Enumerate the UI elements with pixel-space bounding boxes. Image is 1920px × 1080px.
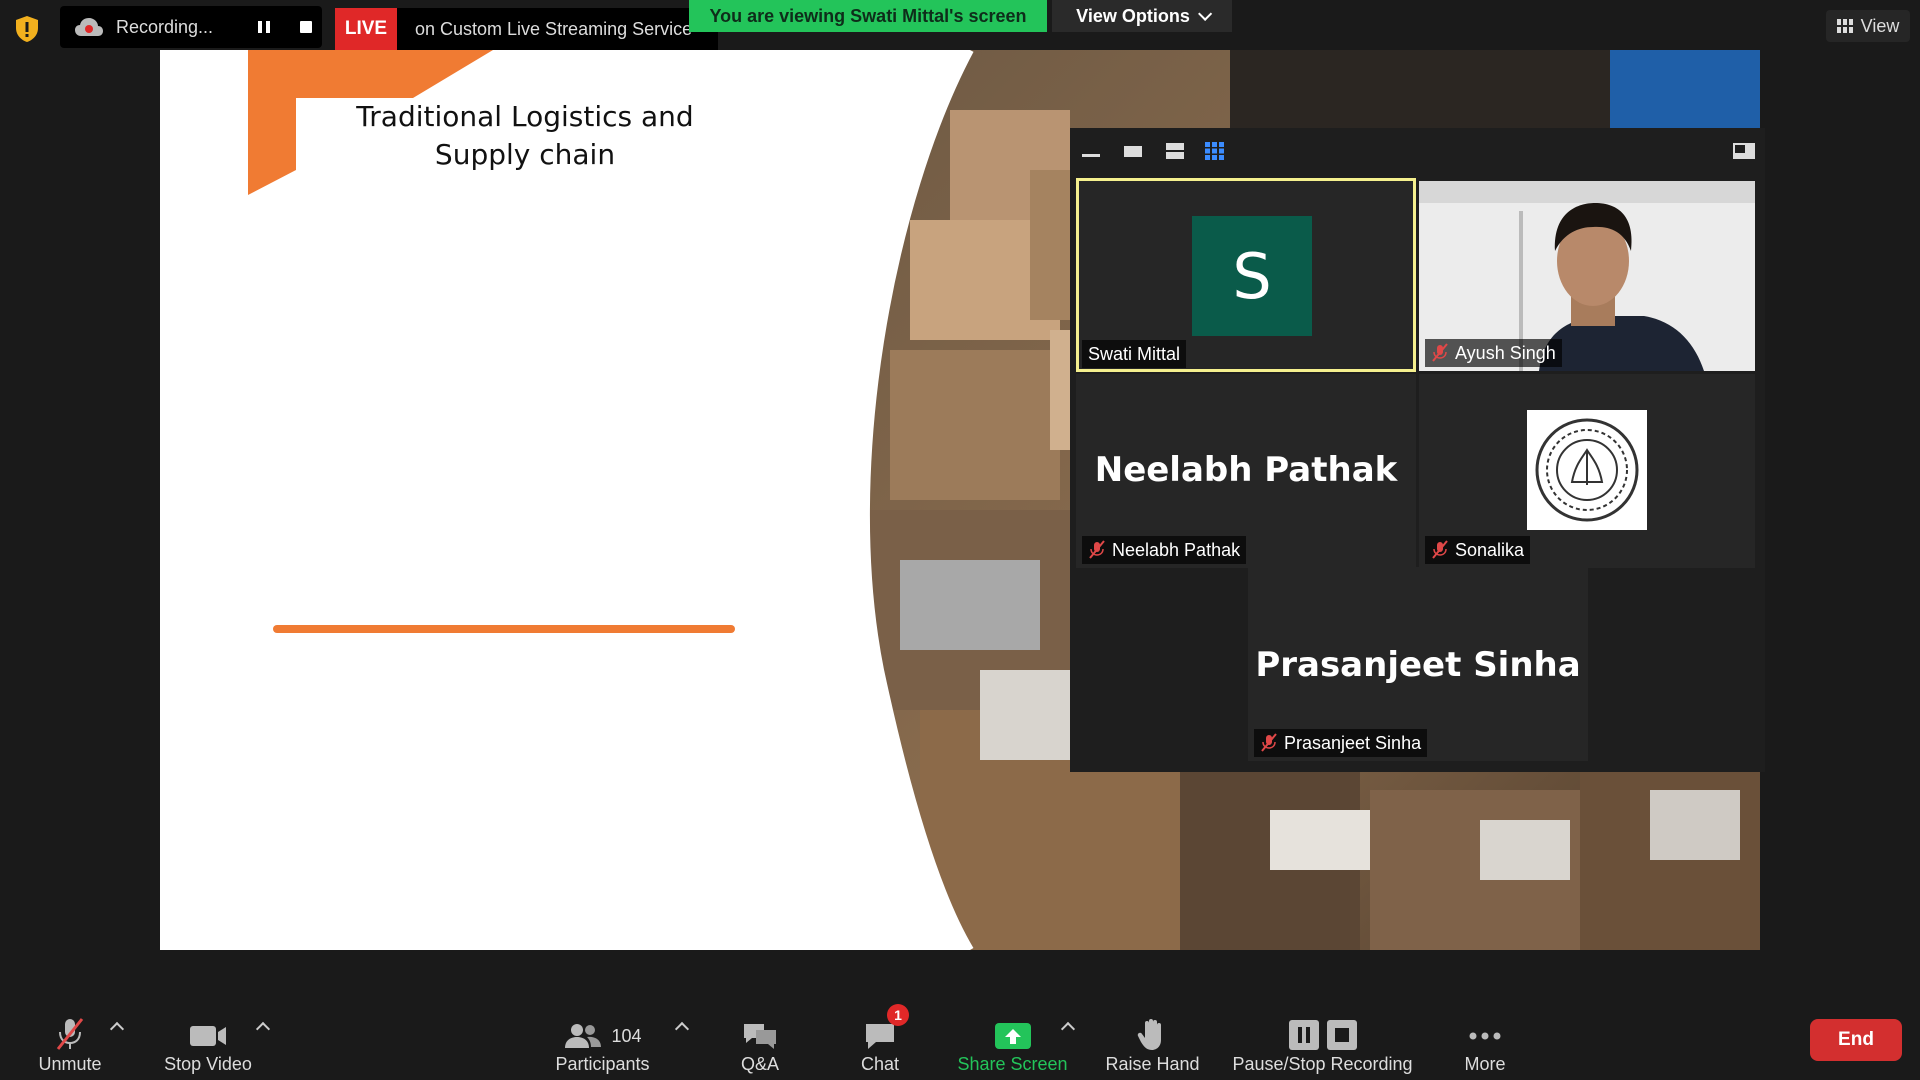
recording-status-text: Recording... [116,16,214,37]
viewing-screen-banner: You are viewing Swati Mittal's screen [689,0,1047,32]
avatar: S [1192,216,1312,336]
slide-orange-divider [273,625,735,633]
participants-options-caret-icon[interactable] [674,1021,690,1037]
qa-button[interactable]: Q&A [720,1008,800,1076]
chat-unread-badge: 1 [887,1004,909,1026]
exit-fullscreen-icon[interactable] [1732,142,1756,160]
participant-name-tag: Neelabh Pathak [1082,536,1247,564]
participant-display-name: Neelabh Pathak [1094,450,1398,490]
participant-name: Swati Mittal [1088,343,1181,364]
unmute-label: Unmute [38,1054,102,1074]
raise-hand-button[interactable]: Raise Hand [1100,1008,1205,1076]
slide-title: Traditional Logistics and Supply chain [280,98,770,174]
participants-button[interactable]: 104 Participants [545,1008,660,1076]
share-screen-button[interactable]: Share Screen [955,1008,1070,1076]
meeting-top-bar: Recording... LIVE on Custom Live Streami… [0,0,1920,50]
mic-muted-icon [1089,540,1105,559]
video-tile-sonalika[interactable]: Sonalika [1419,374,1755,568]
participant-display-name: Prasanjeet Sinha [1255,645,1581,685]
video-tile-swati-mittal[interactable]: S Swati Mittal [1076,178,1416,372]
participant-name-tag: Ayush Singh [1425,339,1562,367]
meeting-controls-toolbar: Unmute Stop Video 104 Participants Q&A C… [0,1000,1920,1080]
qa-label: Q&A [740,1054,779,1074]
security-shield-icon[interactable] [14,15,40,43]
slide-title-line-2: Supply chain [434,138,616,171]
slide-title-line-1: Traditional Logistics and [356,100,694,133]
live-badge: LIVE [335,8,397,50]
participant-name: Neelabh Pathak [1112,539,1241,560]
recording-indicator: Recording... [60,6,322,48]
share-screen-label: Share Screen [957,1054,1068,1074]
speaker-view-icon[interactable] [1122,142,1144,160]
participants-icon [565,1024,602,1048]
mic-muted-icon [1261,733,1277,752]
audio-options-caret-icon[interactable] [109,1021,125,1037]
participant-name-tag: Prasanjeet Sinha [1254,729,1428,757]
view-layout-button[interactable]: View [1826,10,1910,42]
participants-label: Participants [555,1054,650,1074]
stop-recording-icon[interactable] [300,21,312,33]
more-button[interactable]: More [1445,1008,1525,1076]
participant-name-tag: Swati Mittal [1082,340,1187,368]
cloud-recording-icon [75,18,103,36]
raise-hand-icon [1137,1019,1161,1050]
participant-name-tag: Sonalika [1425,536,1531,564]
participant-name: Prasanjeet Sinha [1284,732,1422,753]
chevron-down-icon [1197,6,1213,21]
institute-logo-icon [1527,410,1647,530]
video-options-caret-icon[interactable] [255,1021,271,1037]
pause-recording-icon[interactable] [258,21,270,33]
raise-hand-label: Raise Hand [1105,1054,1200,1074]
more-label: More [1464,1054,1506,1074]
pause-stop-recording-label: Pause/Stop Recording [1232,1054,1413,1074]
unmute-button[interactable]: Unmute [30,1008,110,1076]
video-tile-ayush-singh[interactable]: Ayush Singh [1419,181,1755,371]
stop-video-button[interactable]: Stop Video [158,1008,258,1076]
view-options-button[interactable]: View Options [1052,0,1232,32]
video-camera-icon [190,1026,226,1046]
grid-view-icon [1836,19,1853,33]
microphone-muted-icon [56,1018,84,1050]
participants-count: 104 [611,1025,642,1046]
participant-gallery: S Swati Mittal Ayush Singh Neelabh Patha… [1070,128,1765,772]
end-meeting-button[interactable]: End [1810,1019,1902,1061]
minimize-icon[interactable] [1080,142,1102,160]
share-screen-icon [994,1023,1031,1049]
mic-muted-icon [1432,343,1448,362]
live-stream-indicator[interactable]: LIVE on Custom Live Streaming Service [335,8,718,50]
participant-name: Ayush Singh [1455,342,1556,363]
more-dots-icon [1469,1032,1501,1040]
chat-label: Chat [860,1054,900,1074]
live-service-text: on Custom Live Streaming Service [415,18,693,39]
view-options-label: View Options [1076,5,1190,26]
video-tile-prasanjeet-sinha[interactable]: Prasanjeet Sinha Prasanjeet Sinha [1248,567,1588,761]
mic-muted-icon [1432,540,1448,559]
stop-video-label: Stop Video [164,1054,252,1074]
view-label: View [1860,15,1900,36]
qa-icon [744,1024,776,1049]
gallery-grid-icon[interactable] [1204,142,1226,160]
strip-view-icon[interactable] [1164,142,1186,160]
gallery-toolbar [1070,128,1765,174]
video-tile-neelabh-pathak[interactable]: Neelabh Pathak Neelabh Pathak [1076,374,1416,568]
pause-stop-recording-icon [1288,1020,1357,1050]
pause-stop-recording-button[interactable]: Pause/Stop Recording [1225,1008,1420,1076]
participant-name: Sonalika [1455,539,1525,560]
